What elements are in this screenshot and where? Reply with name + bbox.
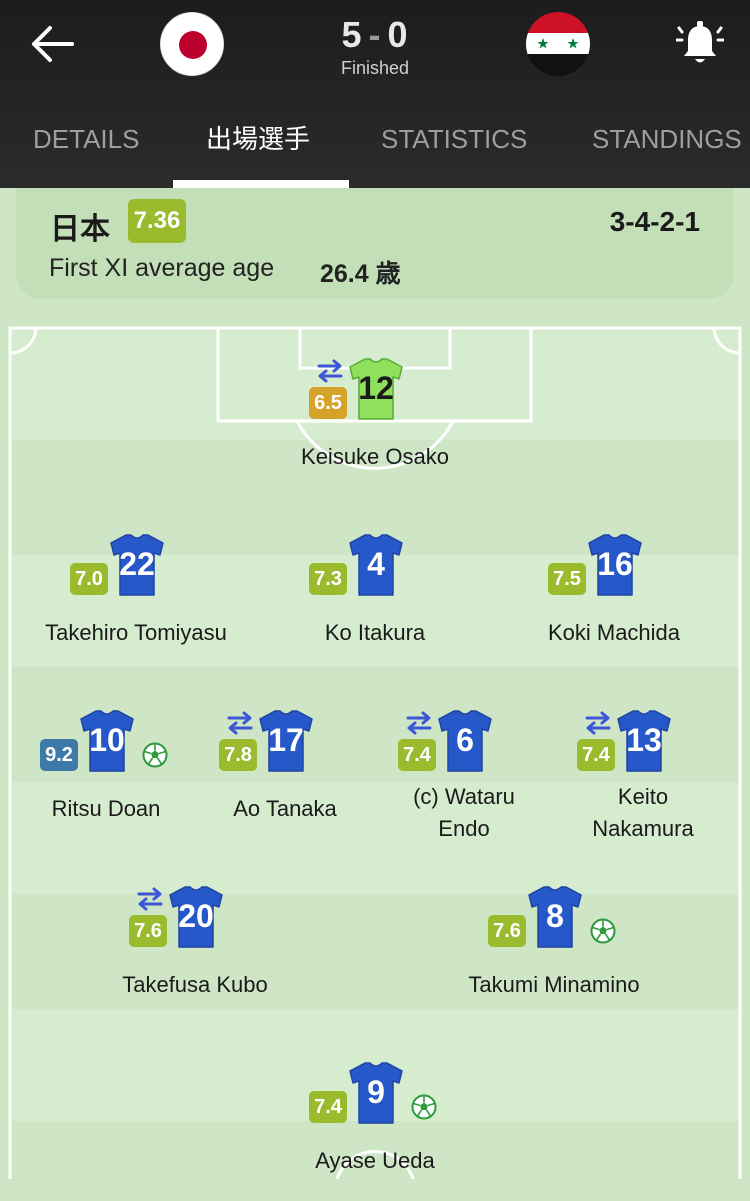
player-rating-badge: 7.8 [219, 739, 257, 771]
player-name: Ko Itakura [324, 620, 426, 645]
player-rating-badge: 9.2 [40, 739, 78, 771]
substitution-icon [225, 709, 255, 735]
syria-flag-icon [537, 38, 579, 49]
substitution-icon [135, 885, 165, 911]
shirt-number: 22 [119, 546, 155, 582]
player-card-minamino[interactable]: 8 7.6 Takumi Minamino [454, 885, 654, 1025]
player-rating-badge: 7.6 [488, 915, 526, 947]
player-card-tomiyasu[interactable]: 22 7.0 Takehiro Tomiyasu [36, 533, 236, 673]
player-rating-badge: 7.4 [309, 1091, 347, 1123]
player-rating-badge: 7.3 [309, 563, 347, 595]
japan-flag-icon [179, 31, 207, 59]
player-name: Takehiro Tomiyasu [45, 620, 227, 645]
match-status: Finished [340, 58, 410, 78]
player-rating-badge: 7.5 [548, 563, 586, 595]
shirt-number: 13 [626, 722, 662, 758]
player-rating-badge: 7.4 [577, 739, 615, 771]
home-team-flag[interactable] [160, 12, 224, 76]
home-score: 5 [341, 14, 363, 55]
shirt-number: 20 [178, 898, 214, 934]
match-header: 5-0 Finished DETAILS 出場選手 STATISTICS STA… [0, 0, 750, 188]
score-separator: - [368, 14, 382, 55]
player-rating-badge: 6.5 [309, 387, 347, 419]
active-tab-indicator [173, 180, 349, 188]
tab-standings[interactable]: STANDINGS [592, 105, 742, 188]
player-name: Takefusa Kubo [122, 972, 268, 997]
shirt-number: 6 [456, 722, 474, 758]
goal-ball-icon [142, 742, 168, 768]
player-name: Koki Machida [547, 620, 681, 645]
player-card-doan[interactable]: 10 9.2 Ritsu Doan [6, 709, 206, 849]
team-summary-card: 日本 7.36 3-4-2-1 First XI average age 26.… [16, 188, 734, 299]
substitution-icon [315, 357, 345, 383]
player-rating-badge: 7.6 [129, 915, 167, 947]
shirt-number: 17 [268, 722, 304, 758]
player-name: Ayase Ueda [315, 1148, 435, 1173]
player-name: Keisuke Osako [301, 444, 449, 469]
goal-ball-icon [590, 918, 616, 944]
substitution-icon [404, 709, 434, 735]
player-rating-badge: 7.0 [70, 563, 108, 595]
shirt-number: 12 [358, 370, 394, 406]
average-age-label: First XI average age [49, 254, 275, 282]
player-name: Keito Nakamura [592, 784, 694, 841]
tab-lineups[interactable]: 出場選手 [206, 105, 310, 188]
player-card-kubo[interactable]: 20 7.6 Takefusa Kubo [95, 885, 295, 1025]
player-card-ueda[interactable]: 9 7.4 Ayase Ueda [275, 1061, 475, 1201]
player-card-endo[interactable]: 6 7.4 (c) Wataru Endo [364, 709, 564, 849]
player-card-machida[interactable]: 16 7.5 Koki Machida [514, 533, 714, 673]
tab-statistics[interactable]: STATISTICS [381, 105, 527, 188]
player-card-nakamura[interactable]: 13 7.4 Keito Nakamura [543, 709, 743, 849]
substitution-icon [583, 709, 613, 735]
player-card-itakura[interactable]: 4 7.3 Ko Itakura [275, 533, 475, 673]
player-name: (c) Wataru Endo [413, 784, 515, 841]
player-name: Takumi Minamino [468, 972, 640, 997]
shirt-number: 4 [367, 546, 385, 582]
goal-ball-icon [411, 1094, 437, 1120]
notification-bell-icon[interactable] [675, 18, 725, 70]
player-card-tanaka[interactable]: 17 7.8 Ao Tanaka [185, 709, 385, 849]
back-arrow-icon[interactable] [28, 22, 76, 66]
average-age-value: 26.4 歳 [320, 260, 401, 288]
shirt-number: 16 [597, 546, 633, 582]
team-formation: 3-4-2-1 [609, 206, 700, 237]
team-name: 日本 [50, 213, 110, 246]
team-rating-badge: 7.36 [128, 199, 186, 243]
player-rating-badge: 7.4 [398, 739, 436, 771]
player-card-osako[interactable]: 12 6.5 Keisuke Osako [275, 357, 475, 497]
tab-details[interactable]: DETAILS [33, 105, 139, 188]
shirt-number: 10 [89, 722, 125, 758]
away-score: 0 [387, 14, 409, 55]
match-score: 5-0 Finished [290, 14, 460, 79]
shirt-number: 8 [546, 898, 564, 934]
tab-bar: DETAILS 出場選手 STATISTICS STANDINGS [0, 105, 750, 188]
away-team-flag[interactable] [526, 12, 590, 76]
shirt-number: 9 [367, 1074, 385, 1110]
